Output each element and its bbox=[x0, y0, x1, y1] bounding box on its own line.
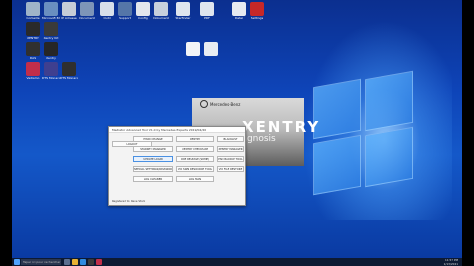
window-title: Mediator Advanced Tool V1.0 by Mercedes … bbox=[109, 127, 245, 133]
app-icon-17[interactable]: PDF bbox=[198, 2, 216, 20]
app-icon-14[interactable]: Starfinder bbox=[174, 2, 192, 20]
xde-release-button[interactable]: XDE RELEASE (SDME) bbox=[176, 156, 214, 162]
app-icon-18[interactable]: Datei bbox=[230, 2, 248, 20]
xentry-taskbar-icon[interactable] bbox=[88, 259, 94, 265]
vci-swn-resource-button[interactable]: VCI SWN RESOURCE TOOL bbox=[176, 166, 214, 172]
windows-logo-wallpaper bbox=[307, 70, 417, 196]
mediator-tool-window[interactable]: Mediator Advanced Tool V1.0 by Mercedes … bbox=[108, 126, 246, 206]
xentry-button[interactable]: XENTRY bbox=[176, 136, 214, 142]
file-explorer-icon[interactable] bbox=[72, 259, 78, 265]
app-icon-5[interactable]: Outil bbox=[98, 2, 116, 20]
vediamo-taskbar-icon[interactable] bbox=[96, 259, 102, 265]
log-man-button[interactable]: LOG MAN bbox=[176, 176, 214, 182]
psd-backup-button[interactable]: PSD BACKUP TOOL bbox=[217, 156, 244, 162]
hwid-change-button[interactable]: HWID CHANGE bbox=[133, 136, 173, 142]
xentry-checksum-button[interactable]: XENTRY CHECKSUM bbox=[176, 146, 214, 152]
edge-icon[interactable] bbox=[80, 259, 86, 265]
file-icon-2[interactable] bbox=[202, 42, 220, 56]
desktop: Corbeille Microsoft Edge IP Adresse Docu… bbox=[12, 0, 462, 258]
app-icon-6[interactable]: Support bbox=[116, 2, 134, 20]
registration-status: Registered to: Rene Stork bbox=[112, 200, 146, 203]
vediamo-icon[interactable]: Vediamo bbox=[24, 62, 42, 80]
update-login-button[interactable]: UPDATE LOGIN bbox=[133, 156, 173, 162]
xentry-icon-1[interactable]: XENTRY bbox=[24, 22, 42, 40]
splash-brand: Mercedes-Benz bbox=[210, 102, 241, 107]
xentry-manager-button[interactable]: XENTRY MANAGER bbox=[217, 146, 244, 152]
taskbar: Taper ici pour rechercher 11:57 PM 1/13/… bbox=[12, 258, 462, 266]
blacklist-button[interactable]: BLACKLIST bbox=[217, 136, 244, 142]
vci-file-restore-button[interactable]: VCI FILE RESTORE bbox=[217, 166, 244, 172]
xentry-icon-3[interactable]: DAS bbox=[24, 42, 42, 60]
letterbox-left bbox=[0, 0, 12, 266]
app-icon-3[interactable]: IP Adresse bbox=[60, 2, 78, 20]
xentry-icon-2[interactable]: Xentry Kit bbox=[42, 22, 60, 40]
app-icon-15[interactable]: Dokument bbox=[152, 2, 170, 20]
special-settings-button[interactable]: SPECIAL SETTINGS/PASSWORDS bbox=[133, 166, 173, 172]
task-view-icon[interactable] bbox=[64, 259, 70, 265]
letterbox-right bbox=[462, 0, 474, 266]
dts-icon[interactable]: DTS Monaco bbox=[42, 62, 60, 80]
file-icon-1[interactable] bbox=[184, 42, 202, 56]
start-icon[interactable] bbox=[14, 259, 20, 265]
taskbar-search[interactable]: Taper ici pour rechercher bbox=[21, 259, 61, 265]
recycle-bin-icon[interactable]: Corbeille bbox=[24, 2, 42, 20]
clock[interactable]: 11:57 PM 1/13/2021 bbox=[444, 258, 458, 266]
app-icon-7[interactable]: Config bbox=[134, 2, 152, 20]
mercedes-star-icon bbox=[200, 100, 208, 108]
xentry-icon-4[interactable]: Xentry bbox=[42, 42, 60, 60]
log-cleaner-button[interactable]: LOG CLEANER bbox=[133, 176, 173, 182]
starkey-manager-button[interactable]: STARKEY MANAGER bbox=[133, 146, 173, 152]
app-icon-4[interactable]: Document bbox=[78, 2, 96, 20]
app-icon-16[interactable]: Settings bbox=[248, 2, 266, 20]
app-icon-2[interactable]: Microsoft Edge bbox=[42, 2, 60, 20]
app-icon-13[interactable]: DTS Monaco bbox=[60, 62, 78, 80]
